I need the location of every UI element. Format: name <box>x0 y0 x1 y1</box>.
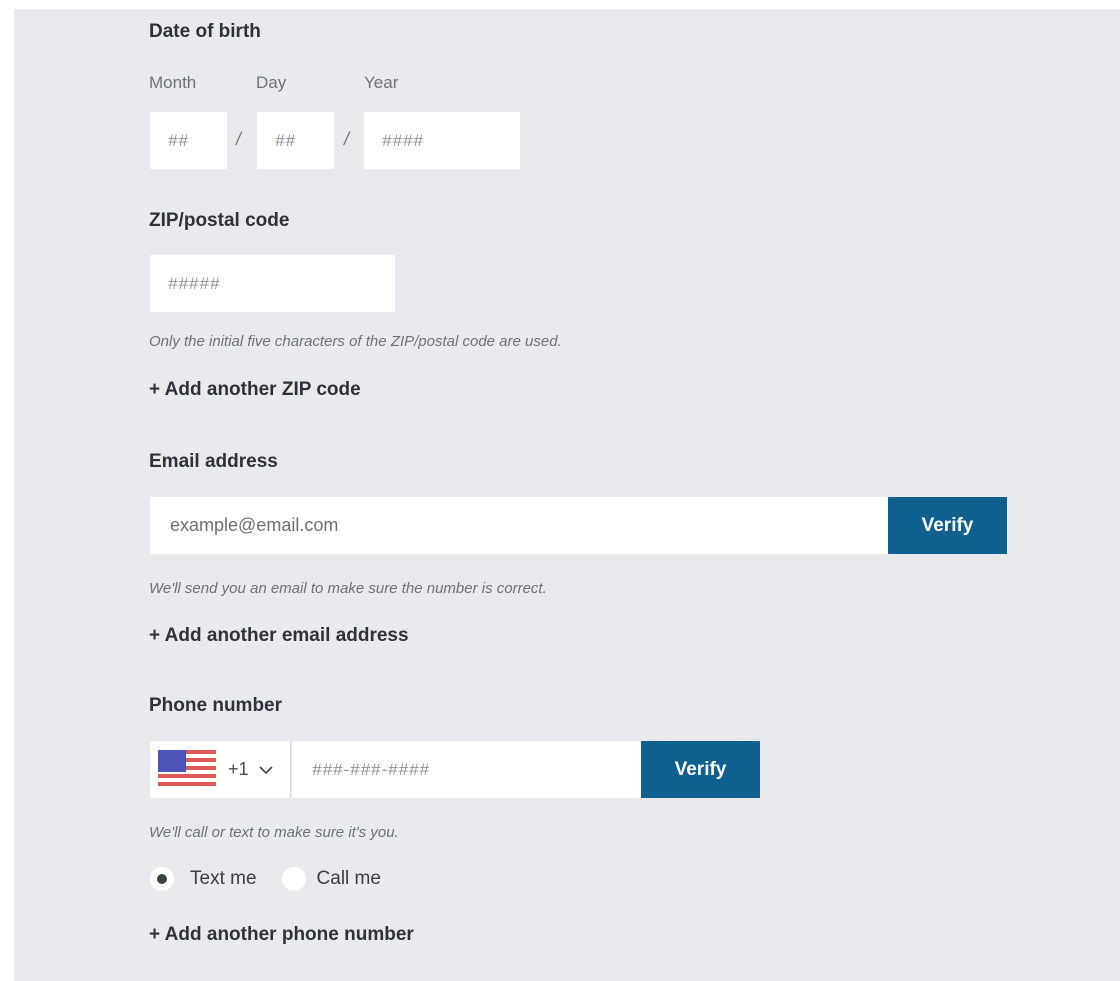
date-separator: / <box>344 129 350 149</box>
zip-input[interactable]: ##### <box>150 255 395 312</box>
phone-placeholder: ###-###-#### <box>312 759 430 779</box>
zip-hint: Only the initial five characters of the … <box>149 333 562 350</box>
email-input[interactable]: example@email.com <box>150 497 888 554</box>
contact-method-radio-group: Text me Call me <box>150 867 381 891</box>
email-hint: We'll send you an email to make sure the… <box>149 580 547 597</box>
dob-label: Date of birth <box>149 21 261 42</box>
zip-placeholder: ##### <box>168 273 221 293</box>
month-input[interactable]: ## <box>150 112 227 169</box>
email-verify-button[interactable]: Verify <box>888 497 1007 554</box>
add-zip-link[interactable]: + Add another ZIP code <box>149 379 361 401</box>
add-phone-link[interactable]: + Add another phone number <box>149 924 414 946</box>
call-me-label[interactable]: Call me <box>317 868 381 890</box>
email-placeholder: example@email.com <box>170 515 339 535</box>
date-separator: / <box>236 129 242 149</box>
phone-input[interactable]: ###-###-#### <box>292 741 641 798</box>
add-email-link[interactable]: + Add another email address <box>149 625 409 647</box>
phone-verify-button[interactable]: Verify <box>641 741 760 798</box>
year-input[interactable]: #### <box>364 112 520 169</box>
year-placeholder: #### <box>382 130 424 150</box>
zip-label: ZIP/postal code <box>149 210 290 231</box>
chevron-down-icon <box>258 765 273 774</box>
text-me-label[interactable]: Text me <box>190 868 257 890</box>
country-code: +1 <box>228 759 249 779</box>
day-label: Day <box>256 73 287 92</box>
phone-hint: We'll call or text to make sure it's you… <box>149 824 399 841</box>
month-placeholder: ## <box>168 130 189 150</box>
email-label: Email address <box>149 451 278 472</box>
day-input[interactable]: ## <box>257 112 334 169</box>
us-flag-icon <box>158 749 216 790</box>
country-code-select[interactable]: +1 <box>150 741 291 798</box>
month-label: Month <box>149 73 197 92</box>
call-me-radio[interactable] <box>281 867 306 891</box>
year-label: Year <box>364 73 399 92</box>
radio-selected-dot <box>157 874 167 884</box>
day-placeholder: ## <box>275 130 296 150</box>
form-panel: Date of birth Month Day Year ## / ## / #… <box>14 9 1120 981</box>
phone-label: Phone number <box>149 695 283 716</box>
text-me-radio[interactable] <box>150 867 174 891</box>
